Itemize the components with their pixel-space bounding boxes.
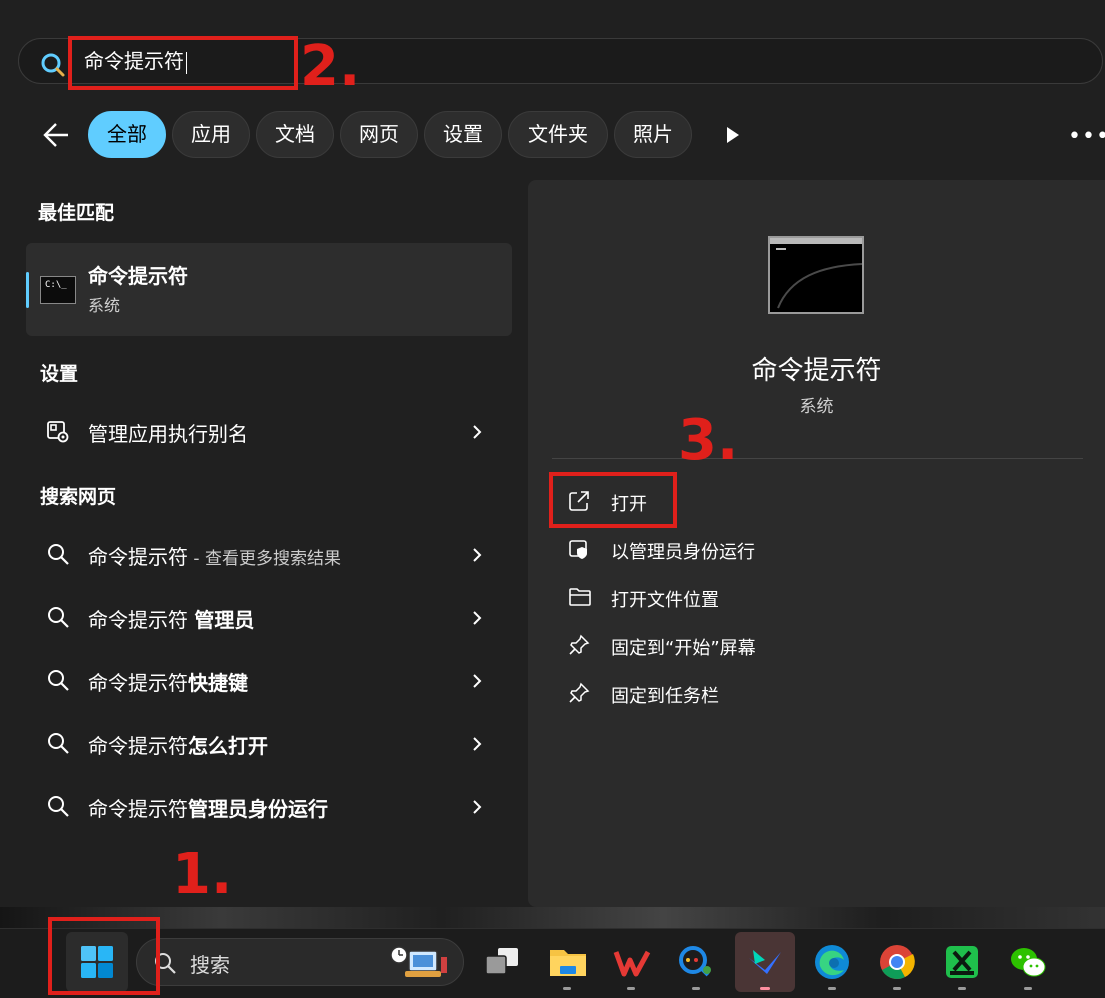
taskbar-search[interactable] <box>136 938 464 986</box>
settings-item[interactable]: 管理应用执行别名 <box>26 406 512 456</box>
tab-web[interactable]: 网页 <box>340 111 418 158</box>
web-result-item[interactable]: 命令提示符怎么打开 <box>26 718 512 768</box>
annotation-step-2: 2. <box>300 34 361 99</box>
tab-photos[interactable]: 照片 <box>614 111 692 158</box>
running-indicator <box>958 987 966 990</box>
tab-all[interactable]: 全部 <box>88 111 166 158</box>
tab-settings[interactable]: 设置 <box>424 111 502 158</box>
chrome-icon[interactable] <box>875 940 919 984</box>
running-indicator <box>563 987 571 990</box>
web-result-item[interactable]: 命令提示符管理员身份运行 <box>26 781 512 831</box>
chevron-right-icon <box>473 611 482 625</box>
lark-search-icon[interactable] <box>674 940 718 984</box>
annotation-step-1: 1. <box>172 842 233 907</box>
play-arrow-icon[interactable] <box>726 126 740 144</box>
feishu-icon[interactable] <box>735 932 795 992</box>
action-run-as-admin[interactable]: 以管理员身份运行 <box>552 528 1083 570</box>
action-open-file-location-label: 打开文件位置 <box>611 590 719 611</box>
running-indicator <box>627 987 635 990</box>
action-pin-to-start-label: 固定到“开始”屏幕 <box>611 638 756 659</box>
app-alias-settings-icon <box>47 421 69 443</box>
running-indicator <box>828 987 836 990</box>
search-icon <box>41 53 65 77</box>
chevron-right-icon <box>473 425 482 439</box>
search-icon <box>48 670 69 691</box>
settings-item-label: 管理应用执行别名 <box>88 422 248 446</box>
tab-folders[interactable]: 文件夹 <box>508 111 608 158</box>
web-result-label: 命令提示符管理员身份运行 <box>88 797 328 821</box>
running-indicator <box>1024 987 1032 990</box>
action-open-file-location[interactable]: 打开文件位置 <box>552 576 1083 618</box>
search-icon <box>48 733 69 754</box>
running-indicator-active <box>760 987 770 990</box>
search-icon <box>48 607 69 628</box>
web-result-item[interactable]: 命令提示符 管理员 <box>26 592 512 642</box>
search-highlight-icon <box>390 946 447 977</box>
edge-icon[interactable] <box>810 940 854 984</box>
desktop-wallpaper <box>0 907 1105 929</box>
chevron-right-icon <box>473 737 482 751</box>
web-result-item[interactable]: 命令提示符快捷键 <box>26 655 512 705</box>
chevron-right-icon <box>473 800 482 814</box>
annotation-step-3: 3. <box>678 408 739 473</box>
best-match-card[interactable] <box>26 243 512 336</box>
tab-documents[interactable]: 文档 <box>256 111 334 158</box>
tab-apps[interactable]: 应用 <box>172 111 250 158</box>
more-options-icon[interactable]: ••• <box>1068 124 1105 149</box>
wps-icon[interactable] <box>610 940 654 984</box>
best-match-category: 系统 <box>88 296 121 315</box>
web-search-heading: 搜索网页 <box>40 486 117 508</box>
web-result-label: 命令提示符快捷键 <box>88 671 248 695</box>
best-match-heading: 最佳匹配 <box>38 202 115 224</box>
detail-title: 命令提示符 <box>751 356 882 386</box>
action-run-as-admin-label: 以管理员身份运行 <box>611 542 755 563</box>
detail-subtitle: 系统 <box>799 397 834 417</box>
action-pin-to-start[interactable]: 固定到“开始”屏幕 <box>552 624 1083 666</box>
folder-icon <box>569 588 591 606</box>
cmd-large-icon <box>768 236 864 314</box>
pin-icon <box>569 634 590 655</box>
action-pin-to-taskbar[interactable]: 固定到任务栏 <box>552 672 1083 714</box>
cmd-icon: C:\_ <box>40 276 76 304</box>
web-result-label: 命令提示符怎么打开 <box>88 734 268 758</box>
search-icon <box>48 544 69 565</box>
chevron-right-icon <box>473 548 482 562</box>
annotation-box-search <box>68 36 298 90</box>
chevron-right-icon <box>473 674 482 688</box>
xtool-icon[interactable] <box>940 940 984 984</box>
web-result-label: 命令提示符 - 查看更多搜索结果 <box>88 545 341 569</box>
running-indicator <box>692 987 700 990</box>
web-result-item[interactable]: 命令提示符 - 查看更多搜索结果 <box>26 529 512 579</box>
search-icon <box>48 796 69 817</box>
taskbar-search-label: 搜索 <box>190 953 230 977</box>
selection-indicator <box>26 272 29 308</box>
web-result-label: 命令提示符 管理员 <box>88 608 255 632</box>
divider <box>552 458 1083 459</box>
shield-icon <box>569 540 587 559</box>
annotation-box-open <box>549 472 677 528</box>
wechat-icon[interactable] <box>1006 940 1050 984</box>
task-view-icon[interactable] <box>480 940 524 984</box>
settings-heading: 设置 <box>40 363 79 385</box>
best-match-name: 命令提示符 <box>88 264 188 288</box>
annotation-box-start <box>48 917 160 995</box>
action-pin-to-taskbar-label: 固定到任务栏 <box>611 686 719 707</box>
back-arrow-icon[interactable] <box>40 118 74 152</box>
running-indicator <box>893 987 901 990</box>
pin-icon <box>569 682 590 703</box>
file-explorer-icon[interactable] <box>546 940 590 984</box>
